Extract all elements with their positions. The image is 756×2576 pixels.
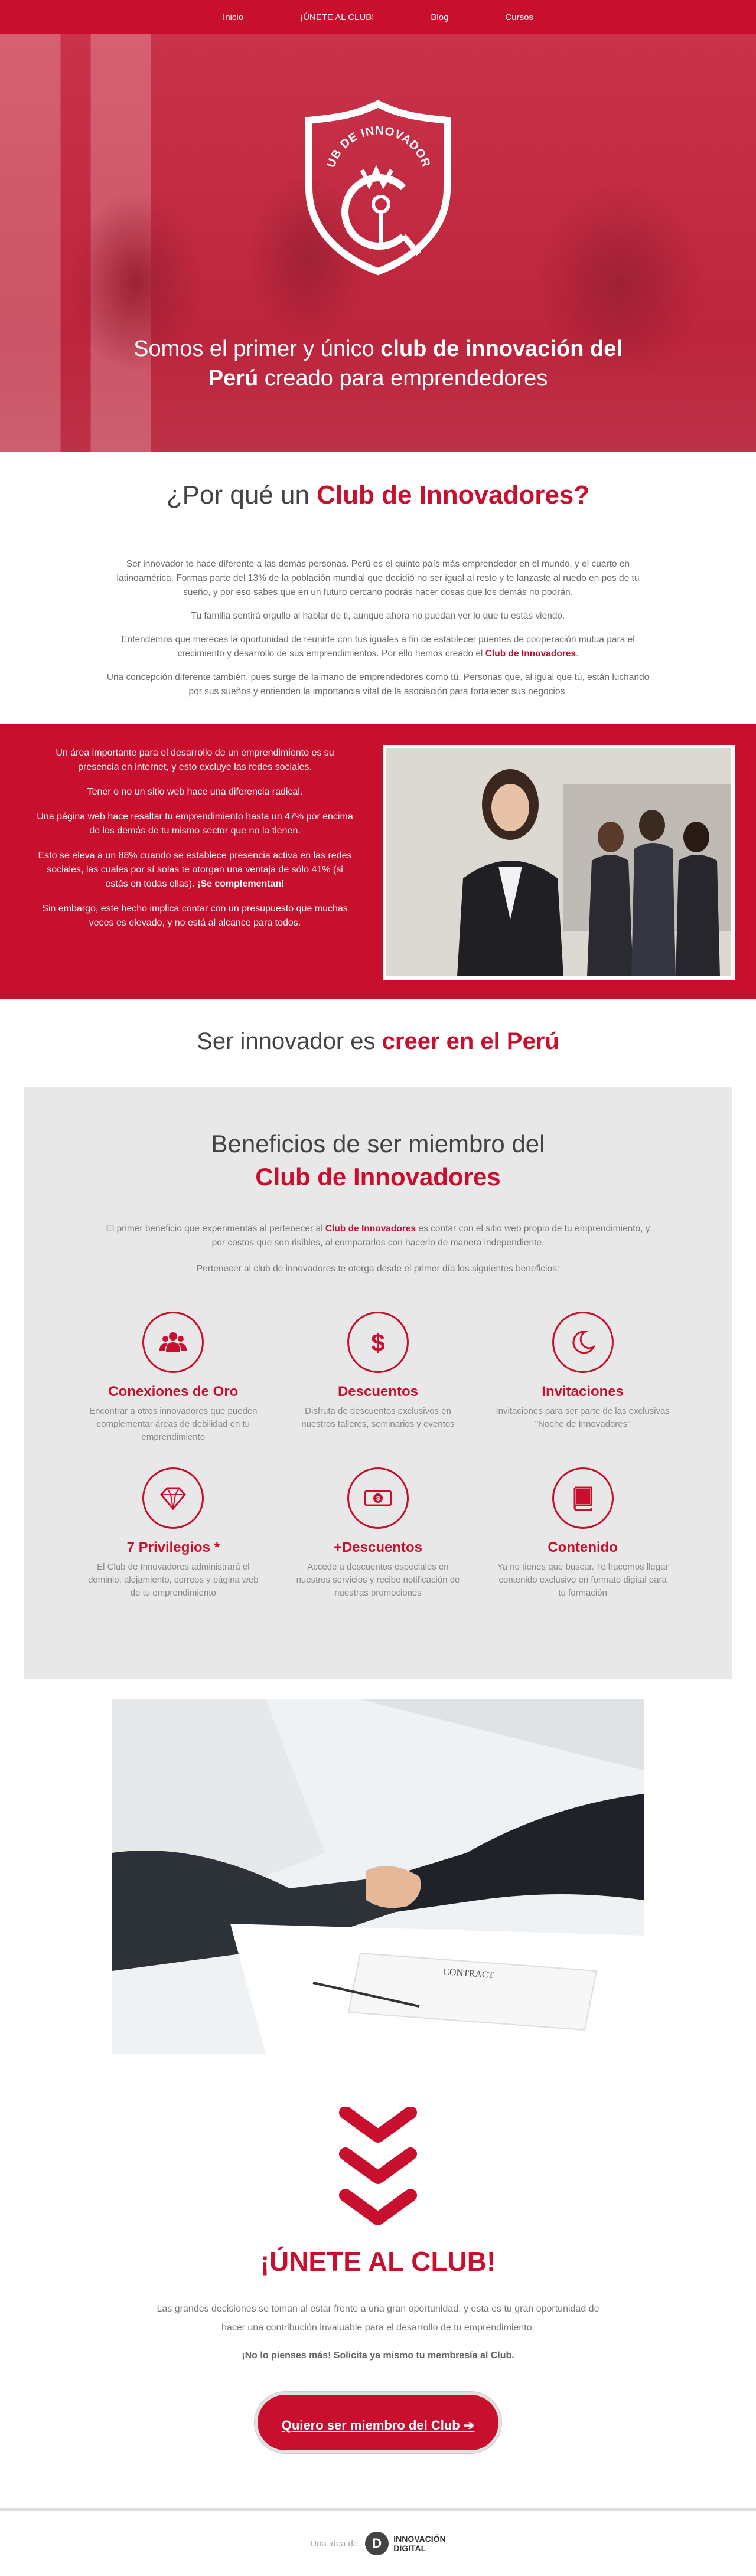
band-paragraph: Esto se eleva a un 88% cuando se estable… <box>38 851 352 889</box>
join-cta-text: ¡No lo pienses más! Solicita ya mismo tu… <box>242 2351 514 2361</box>
benefits-intro: Pertenecer al club de innovadores te oto… <box>196 1264 560 1274</box>
become-member-button[interactable]: Quiero ser miembro del Club ➔ <box>255 2392 501 2453</box>
diamond-icon <box>142 1467 204 1529</box>
benefit-item: Conexiones de Oro Encontrar a otros inno… <box>71 1312 276 1444</box>
nav-unete[interactable]: ¡ÚNETE AL CLUB! <box>300 12 374 22</box>
people-icon <box>142 1312 204 1373</box>
footer-idea-text: Una idea de <box>310 2538 359 2549</box>
benefit-item: $ Descuentos Disfruta de descuentos excl… <box>276 1312 481 1444</box>
join-title: ¡ÚNETE AL CLUB! <box>260 2246 496 2277</box>
dollar-icon: $ <box>347 1312 409 1373</box>
band-paragraph: Una página web hace resaltar tu emprendi… <box>37 812 353 836</box>
why-paragraph: Una concepción diferente también, pues s… <box>106 672 650 697</box>
web-presence-band: Un área importante para el desarrollo de… <box>0 724 756 999</box>
join-paragraph: Las grandes decisiones se toman al estar… <box>157 2304 599 2333</box>
band-paragraph: Tener o no un sitio web hace una diferen… <box>87 787 303 797</box>
benefits-title: Beneficios de ser miembro del Club de Inn… <box>211 1130 545 1191</box>
band-paragraph: Sin embargo, este hecho implica contar c… <box>42 904 348 928</box>
why-paragraph: Tu familia sentirá orgullo al hablar de … <box>191 611 565 621</box>
business-team-photo <box>383 745 735 980</box>
hero-title: Somos el primer y único club de innovaci… <box>133 336 623 391</box>
hero: CLUB DE INNOVADORES Somos el primer y ún… <box>0 34 756 452</box>
footer-brand[interactable]: INNOVACIÓN DIGITAL <box>393 2534 445 2553</box>
chevrons-down-icon <box>339 2106 417 2225</box>
svg-text:$: $ <box>376 1495 380 1502</box>
benefits-section: Beneficios de ser miembro del Club de Inn… <box>24 1087 732 1679</box>
benefits-intro: El primer beneficio que experimentas al … <box>106 1224 650 1248</box>
why-paragraph: Ser innovador te hace diferente a las de… <box>116 559 640 597</box>
benefit-item: Invitaciones Invitaciones para ser parte… <box>480 1312 685 1444</box>
band-paragraph: Un área importante para el desarrollo de… <box>56 748 334 772</box>
benefit-item: Contenido Ya no tienes que buscar. Te ha… <box>480 1467 685 1600</box>
nav-blog[interactable]: Blog <box>431 12 448 22</box>
innovador-tagline: Ser innovador es creer en el Perú <box>197 1028 559 1054</box>
nav-cursos[interactable]: Cursos <box>505 12 533 22</box>
svg-text:$: $ <box>371 1329 384 1356</box>
book-icon <box>552 1467 614 1529</box>
innovacion-digital-logo-icon: D <box>365 2532 389 2555</box>
club-logo-icon: CLUB DE INNOVADORES <box>303 99 451 276</box>
why-section: ¿Por qué un Club de Innovadores? Ser inn… <box>0 452 756 699</box>
top-nav: Inicio ¡ÚNETE AL CLUB! Blog Cursos <box>0 0 756 34</box>
benefit-item: 7 Privilegios * El Club de Innovadores a… <box>71 1467 276 1600</box>
why-title: ¿Por qué un Club de Innovadores? <box>166 480 590 509</box>
handshake-photo: CONTRACT <box>112 1699 644 2054</box>
moon-icon <box>552 1312 614 1373</box>
why-paragraph: Entendemos que mereces la oportunidad de… <box>121 635 635 659</box>
benefit-item: $ +Descuentos Accede a descuentos especi… <box>276 1467 481 1600</box>
nav-inicio[interactable]: Inicio <box>223 12 243 22</box>
footer: Una idea de D INNOVACIÓN DIGITAL <box>0 2508 756 2576</box>
join-section: ¡ÚNETE AL CLUB! Las grandes decisiones s… <box>0 2054 756 2453</box>
money-icon: $ <box>347 1467 409 1529</box>
